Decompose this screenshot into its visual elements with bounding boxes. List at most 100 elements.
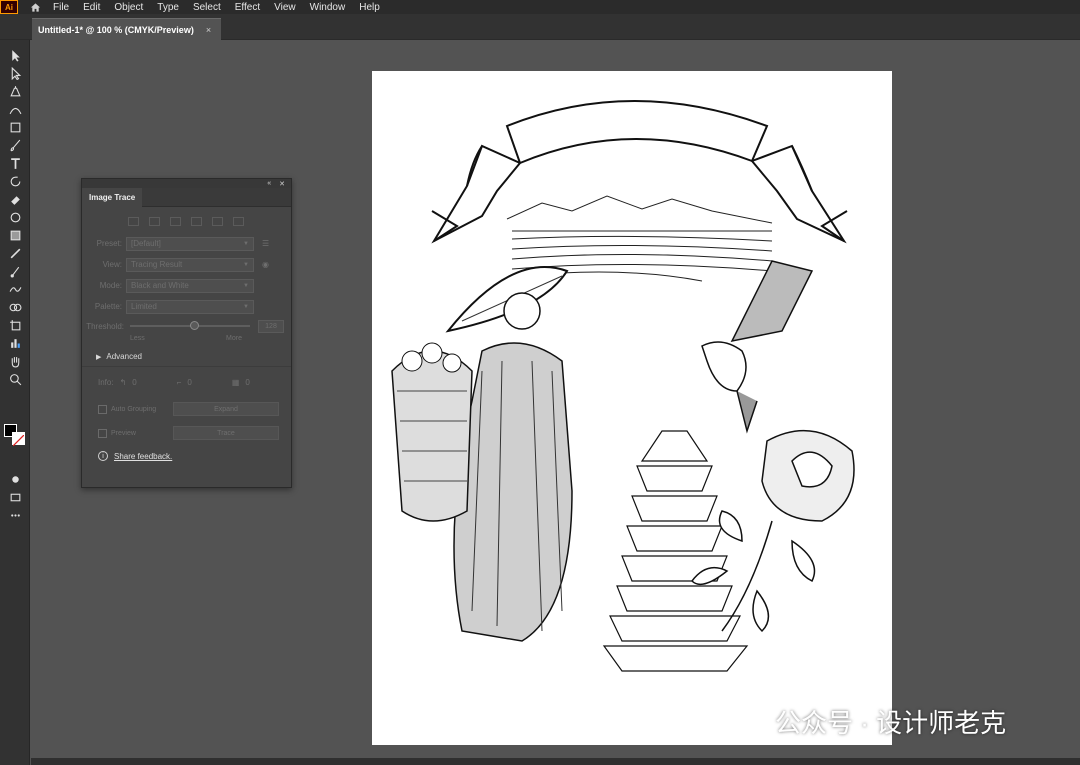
- info-row: Info: ↰ 0 ⌐ 0 ▦ 0: [82, 367, 291, 397]
- eraser-tool-icon[interactable]: [0, 190, 30, 208]
- type-tool-icon[interactable]: [0, 154, 30, 172]
- panel-header: « ✕: [82, 179, 291, 188]
- auto-grouping-label: Auto Grouping: [111, 405, 157, 413]
- graph-tool-icon[interactable]: [0, 334, 30, 352]
- chevron-down-icon: ▼: [243, 261, 249, 268]
- info-label: Info:: [98, 377, 114, 387]
- menu-help[interactable]: Help: [352, 2, 387, 13]
- palette-value: Limited: [131, 302, 157, 311]
- close-panel-icon[interactable]: ✕: [279, 180, 285, 188]
- view-dropdown[interactable]: Tracing Result ▼: [126, 257, 254, 272]
- list-icon[interactable]: ☰: [262, 239, 269, 248]
- mode-label: Mode:: [99, 281, 122, 290]
- more-tools-icon[interactable]: [0, 506, 30, 524]
- preview-checkbox[interactable]: [98, 428, 107, 438]
- rotate-tool-icon[interactable]: [0, 172, 30, 190]
- less-label: Less: [130, 335, 145, 342]
- black-white-icon[interactable]: [212, 217, 223, 226]
- hand-tool-icon[interactable]: [0, 352, 30, 370]
- advanced-label: Advanced: [106, 352, 142, 361]
- mode-dropdown[interactable]: Black and White ▼: [126, 278, 254, 293]
- view-row: View: Tracing Result ▼ ◉: [82, 254, 291, 275]
- paintbrush-tool-icon[interactable]: [0, 136, 30, 154]
- auto-grouping-checkbox[interactable]: [98, 404, 107, 414]
- chevron-down-icon: ▼: [243, 303, 249, 310]
- home-icon[interactable]: [24, 0, 46, 14]
- trace-button[interactable]: Trace: [173, 426, 279, 440]
- selection-tool-icon[interactable]: [0, 46, 30, 64]
- auto-color-icon[interactable]: [128, 217, 139, 226]
- panel-tab-row: Image Trace: [82, 188, 291, 207]
- curvature-tool-icon[interactable]: [0, 100, 30, 118]
- collapse-panel-icon[interactable]: «: [267, 180, 271, 187]
- gradient-tool-icon[interactable]: [0, 226, 30, 244]
- threshold-row: Threshold: 128: [82, 317, 291, 335]
- menu-type[interactable]: Type: [150, 2, 186, 13]
- threshold-slider[interactable]: [130, 321, 250, 330]
- chevron-right-icon: ▶: [96, 353, 102, 361]
- figure-illustration: [391, 266, 573, 642]
- menu-effect[interactable]: Effect: [228, 2, 267, 13]
- chevron-down-icon: ▼: [243, 282, 249, 289]
- view-label: View:: [102, 260, 122, 269]
- document-tab-bar: Untitled-1* @ 100 % (CMYK/Preview) ×: [0, 14, 1080, 40]
- palette-dropdown[interactable]: Limited ▼: [126, 299, 254, 314]
- threshold-label: Threshold:: [86, 321, 124, 331]
- eye-icon[interactable]: ◉: [262, 260, 269, 269]
- high-color-icon[interactable]: [149, 217, 160, 226]
- menu-object[interactable]: Object: [107, 2, 150, 13]
- rectangle-tool-icon[interactable]: [0, 118, 30, 136]
- menu-bar: Ai File Edit Object Type Select Effect V…: [0, 0, 1080, 14]
- paths-icon: ↰: [119, 377, 127, 387]
- preset-dropdown[interactable]: [Default] ▼: [126, 236, 254, 251]
- bird-illustration: [701, 260, 814, 434]
- ribbon-banner: [431, 100, 848, 244]
- threshold-input[interactable]: 128: [258, 319, 284, 333]
- zoom-tool-icon[interactable]: [0, 370, 30, 388]
- threshold-scale-labels: Less More: [130, 335, 242, 347]
- close-tab-icon[interactable]: ×: [206, 25, 211, 35]
- document-tab-title: Untitled-1* @ 100 % (CMYK/Preview): [38, 24, 194, 35]
- screen-mode-icon[interactable]: [0, 488, 30, 506]
- mode-row: Mode: Black and White ▼: [82, 275, 291, 296]
- grayscale-icon[interactable]: [191, 217, 202, 226]
- preview-label: Preview: [111, 429, 136, 437]
- advanced-toggle[interactable]: ▶ Advanced: [82, 347, 291, 367]
- low-color-icon[interactable]: [170, 217, 181, 226]
- blend-tool-icon[interactable]: [0, 262, 30, 280]
- expand-button[interactable]: Expand: [173, 402, 279, 416]
- direct-selection-tool-icon[interactable]: [0, 64, 30, 82]
- more-label: More: [226, 335, 242, 342]
- image-trace-tab[interactable]: Image Trace: [82, 188, 143, 207]
- feedback-row: i Share feedback.: [82, 445, 291, 467]
- pagoda-illustration: [602, 430, 749, 672]
- width-tool-icon[interactable]: [0, 280, 30, 298]
- tools-panel: [0, 40, 30, 765]
- image-trace-panel: « ✕ Image Trace Preset: [Default] ▼ ☰ Vie…: [81, 178, 292, 488]
- eyedropper-tool-icon[interactable]: [0, 244, 30, 262]
- info-icon: i: [98, 451, 108, 461]
- chevron-down-icon: ▼: [243, 240, 249, 247]
- menu-file[interactable]: File: [46, 2, 76, 13]
- watermark: 公众号 · 设计师老克: [727, 703, 1006, 740]
- warp-tool-icon[interactable]: [0, 208, 30, 226]
- menu-view[interactable]: View: [267, 2, 303, 13]
- menu-window[interactable]: Window: [303, 2, 353, 13]
- threshold-slider-knob[interactable]: [190, 321, 199, 330]
- artboard-tool-icon[interactable]: [0, 316, 30, 334]
- anchors-count: 0: [187, 377, 192, 387]
- menu-edit[interactable]: Edit: [76, 2, 107, 13]
- outline-icon[interactable]: [233, 217, 244, 226]
- artboard[interactable]: [372, 71, 892, 745]
- stroke-swatch[interactable]: [12, 432, 25, 447]
- fill-stroke-swatches[interactable]: [4, 424, 28, 448]
- share-feedback-link[interactable]: Share feedback.: [114, 452, 172, 461]
- shape-builder-tool-icon[interactable]: [0, 298, 30, 316]
- auto-grouping-row: Auto Grouping Expand: [82, 397, 291, 421]
- palette-row: Palette: Limited ▼: [82, 296, 291, 317]
- drawing-mode-icon[interactable]: [0, 470, 30, 488]
- preset-buttons: [82, 207, 291, 233]
- pen-tool-icon[interactable]: [0, 82, 30, 100]
- document-tab[interactable]: Untitled-1* @ 100 % (CMYK/Preview) ×: [32, 18, 222, 40]
- menu-select[interactable]: Select: [186, 2, 228, 13]
